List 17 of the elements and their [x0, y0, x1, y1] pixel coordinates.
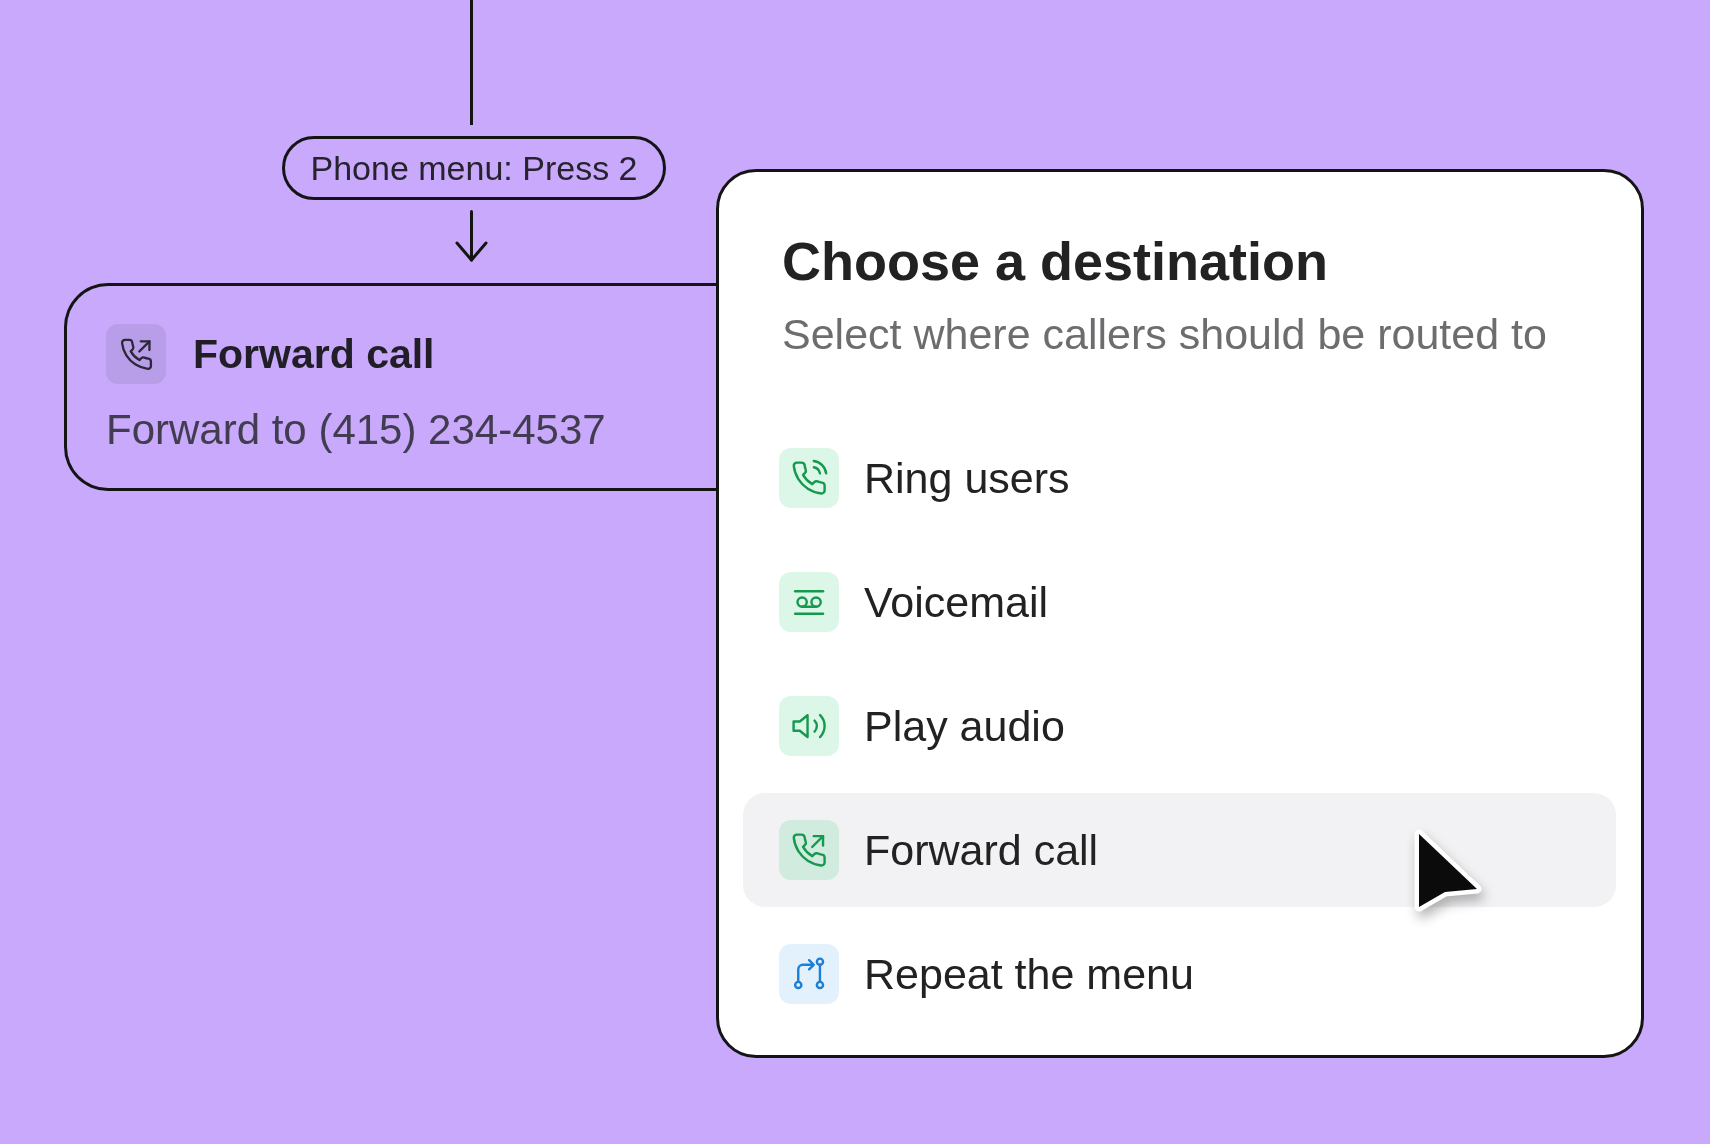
- node-detail: Forward to (415) 234-4537: [106, 405, 606, 455]
- phone-forward-icon: [779, 820, 839, 880]
- menu-title: Choose a destination: [782, 230, 1329, 293]
- speaker-icon: [779, 696, 839, 756]
- branch-label: Phone menu: Press 2: [282, 136, 666, 200]
- destination-option[interactable]: Voicemail: [743, 545, 1616, 659]
- destination-option[interactable]: Play audio: [743, 669, 1616, 783]
- destination-option[interactable]: Repeat the menu: [743, 917, 1616, 1031]
- route-icon: [779, 944, 839, 1004]
- node-title: Forward call: [193, 330, 435, 379]
- destination-option[interactable]: Ring users: [743, 421, 1616, 535]
- phone-ringing-icon: [779, 448, 839, 508]
- menu-subtitle: Select where callers should be routed to: [782, 310, 1547, 358]
- voicemail-icon: [779, 572, 839, 632]
- destination-option[interactable]: Forward call: [743, 793, 1616, 907]
- phone-forward-icon: [106, 324, 166, 384]
- flow-node-card[interactable]: Forward call Forward to (415) 234-4537: [64, 283, 716, 491]
